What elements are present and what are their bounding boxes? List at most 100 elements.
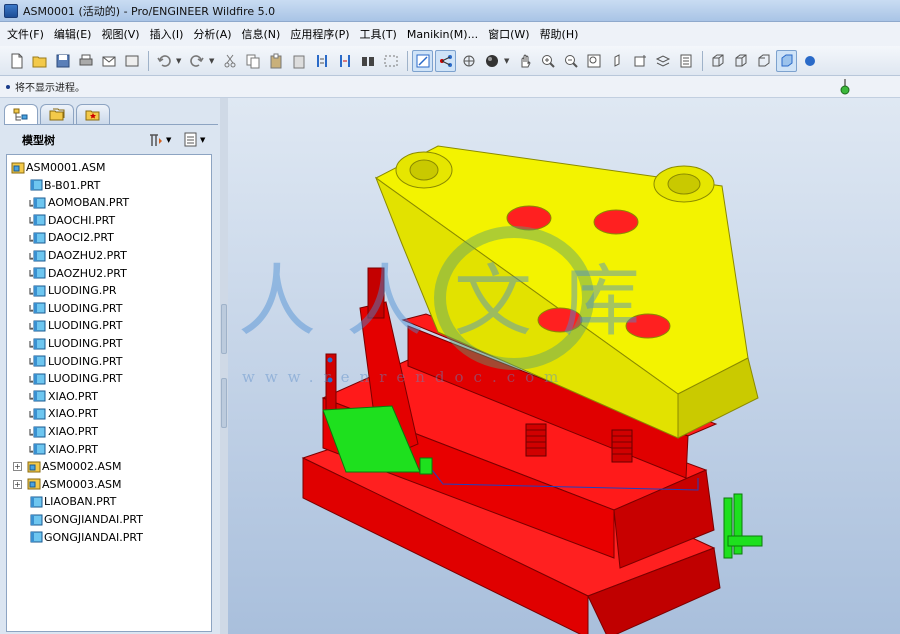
tree-row[interactable]: AOMOBAN.PRT	[29, 194, 129, 211]
tree-row[interactable]: DAOZHU2.PRT	[29, 247, 127, 264]
tree-row[interactable]: GONGJIANDAI.PRT	[29, 529, 143, 546]
cut-icon[interactable]	[219, 50, 240, 72]
tree-row[interactable]: LUODING.PRT	[29, 353, 122, 370]
part-with-arrow-icon	[29, 267, 46, 279]
tree-item-label: DAOCI2.PRT	[48, 231, 114, 245]
panel-splitter[interactable]	[220, 98, 228, 634]
tree-row[interactable]: + ASM0002.ASM	[13, 458, 122, 475]
open-folder-icon[interactable]	[29, 50, 50, 72]
tree-row[interactable]: GONGJIANDAI.PRT	[29, 511, 143, 528]
tree-item-label: XIAO.PRT	[48, 407, 99, 421]
menu-analysis[interactable]: 分析(A)	[188, 26, 236, 42]
tree-row[interactable]: XIAO.PRT	[29, 405, 98, 422]
tree-row[interactable]: ASM0001.ASM	[11, 159, 106, 176]
expand-toggle-icon[interactable]: +	[13, 479, 22, 489]
saved-views-icon[interactable]	[629, 50, 650, 72]
tree-settings-button[interactable]: ▼	[148, 131, 174, 149]
zoom-in-icon[interactable]	[537, 50, 558, 72]
shading-dropdown-icon[interactable]: ▼	[504, 57, 511, 65]
new-file-icon[interactable]	[6, 50, 27, 72]
redo-dropdown-icon[interactable]: ▼	[209, 57, 216, 65]
main-toolbar: ▼ ▼ ▼	[0, 46, 900, 76]
menu-insert[interactable]: 插入(I)	[145, 26, 189, 42]
expand-toggle-icon[interactable]: +	[13, 462, 22, 472]
send-icon[interactable]	[98, 50, 119, 72]
undo-icon[interactable]	[153, 50, 174, 72]
view-manager-icon[interactable]	[675, 50, 696, 72]
menu-applications[interactable]: 应用程序(P)	[285, 26, 354, 42]
regenerate-icon[interactable]	[311, 50, 332, 72]
menu-edit[interactable]: 编辑(E)	[49, 26, 97, 42]
tree-row[interactable]: LUODING.PRT	[29, 317, 122, 334]
model-tree-tab-icon[interactable]	[4, 104, 38, 124]
shading-icon[interactable]	[481, 50, 502, 72]
redo-icon[interactable]	[186, 50, 207, 72]
tree-item-label: LUODING.PR	[48, 284, 117, 298]
tree-row[interactable]: XIAO.PRT	[29, 441, 98, 458]
save-icon[interactable]	[52, 50, 73, 72]
tree-row[interactable]: LUODING.PRT	[29, 300, 122, 317]
app-icon	[4, 3, 18, 18]
menu-help[interactable]: 帮助(H)	[535, 26, 584, 42]
tree-row[interactable]: DAOCI2.PRT	[29, 229, 114, 246]
part-with-arrow-icon	[29, 443, 46, 455]
tree-row[interactable]: + ASM0003.ASM	[13, 476, 122, 493]
select-box-icon[interactable]	[380, 50, 401, 72]
copy-icon[interactable]	[242, 50, 263, 72]
tree-row[interactable]: LUODING.PRT	[29, 335, 122, 352]
tree-row[interactable]: LUODING.PRT	[29, 370, 122, 387]
navigator-tabs	[4, 104, 112, 124]
folder-browser-tab-icon[interactable]	[40, 104, 74, 124]
regenerate-manager-icon[interactable]	[334, 50, 355, 72]
tree-row[interactable]: XIAO.PRT	[29, 423, 98, 440]
favorites-tab-icon[interactable]	[76, 104, 110, 124]
menu-tools[interactable]: 工具(T)	[355, 26, 402, 42]
splitter-grip-top[interactable]	[221, 304, 227, 354]
pan-hand-icon[interactable]	[514, 50, 535, 72]
tree-row[interactable]: DAOZHU2.PRT	[29, 265, 127, 282]
no-hidden-icon[interactable]	[753, 50, 774, 72]
orient-icon[interactable]	[458, 50, 479, 72]
green-tab	[419, 457, 433, 475]
reorient-icon[interactable]	[606, 50, 627, 72]
toolbar-separator	[702, 50, 703, 71]
repaint-icon[interactable]	[412, 49, 433, 72]
tree-row[interactable]: DAOCHI.PRT	[29, 212, 115, 229]
datum-display-icon[interactable]	[799, 50, 820, 72]
splitter-grip-bottom[interactable]	[221, 378, 227, 428]
print-icon[interactable]	[75, 50, 96, 72]
refit-icon[interactable]	[583, 50, 604, 72]
menu-manikin[interactable]: Manikin(M)...	[402, 28, 483, 41]
zoom-out-icon[interactable]	[560, 50, 581, 72]
top-plate-hole-red	[625, 313, 671, 339]
find-icon[interactable]	[357, 50, 378, 72]
hidden-line-icon[interactable]	[730, 50, 751, 72]
tree-row[interactable]: XIAO.PRT	[29, 388, 98, 405]
paste-special-icon[interactable]	[288, 50, 309, 72]
tree-row[interactable]: LUODING.PR	[29, 282, 117, 299]
window-icon[interactable]	[121, 50, 142, 72]
tree-show-button[interactable]: ▼	[184, 131, 210, 149]
layers-icon[interactable]	[652, 50, 673, 72]
menu-window[interactable]: 窗口(W)	[483, 26, 534, 42]
wireframe-icon[interactable]	[707, 50, 728, 72]
top-plate-hole	[667, 173, 701, 195]
spin-center-icon[interactable]	[435, 49, 456, 72]
menu-file[interactable]: 文件(F)	[2, 26, 49, 42]
toolbar-separator	[148, 50, 149, 71]
green-strip[interactable]	[723, 493, 763, 559]
shaded-icon[interactable]	[776, 49, 797, 72]
tree-item-label: LUODING.PRT	[48, 354, 123, 368]
tree-row[interactable]: B-B01.PRT	[29, 177, 100, 194]
undo-dropdown-icon[interactable]: ▼	[176, 57, 183, 65]
assembly-model[interactable]	[228, 98, 900, 634]
menu-view[interactable]: 视图(V)	[96, 26, 144, 42]
menu-info[interactable]: 信息(N)	[237, 26, 286, 42]
part-with-arrow-icon	[29, 320, 46, 332]
part-with-arrow-icon	[29, 197, 46, 209]
tree-item-label: XIAO.PRT	[48, 442, 99, 456]
part-with-arrow-icon	[29, 250, 46, 261]
tree-row[interactable]: LIAOBAN.PRT	[29, 493, 116, 510]
graphics-window[interactable]: 人人文库 www.renrendoc.com	[228, 98, 900, 634]
paste-icon[interactable]	[265, 50, 286, 72]
